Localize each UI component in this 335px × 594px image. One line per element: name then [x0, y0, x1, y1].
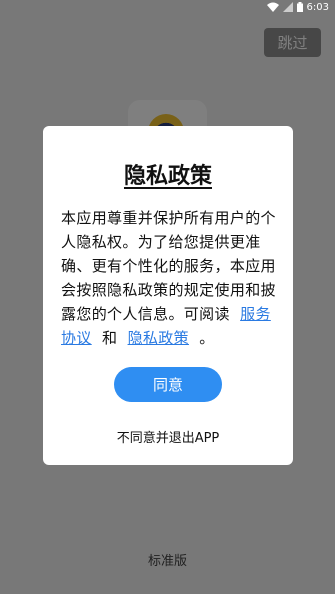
battery-icon — [296, 2, 303, 12]
status-bar: 6:03 — [0, 0, 335, 14]
status-time: 6:03 — [306, 1, 329, 13]
dialog-body: 本应用尊重并保护所有用户的个人隐私权。为了给您提供更准确、更有个性化的服务，本应… — [61, 206, 281, 350]
wifi-icon — [266, 2, 279, 12]
signal-icon — [282, 2, 293, 12]
disagree-exit-button[interactable]: 不同意并退出APP — [43, 427, 293, 446]
and-text: 和 — [101, 329, 118, 347]
agree-button[interactable]: 同意 — [114, 367, 222, 402]
end-punct: 。 — [199, 329, 215, 347]
dialog-title: 隐私政策 — [123, 164, 212, 189]
privacy-policy-link[interactable]: 隐私政策 — [128, 329, 189, 347]
privacy-dialog: 隐私政策 本应用尊重并保护所有用户的个人隐私权。为了给您提供更准确、更有个性化的… — [43, 126, 293, 465]
